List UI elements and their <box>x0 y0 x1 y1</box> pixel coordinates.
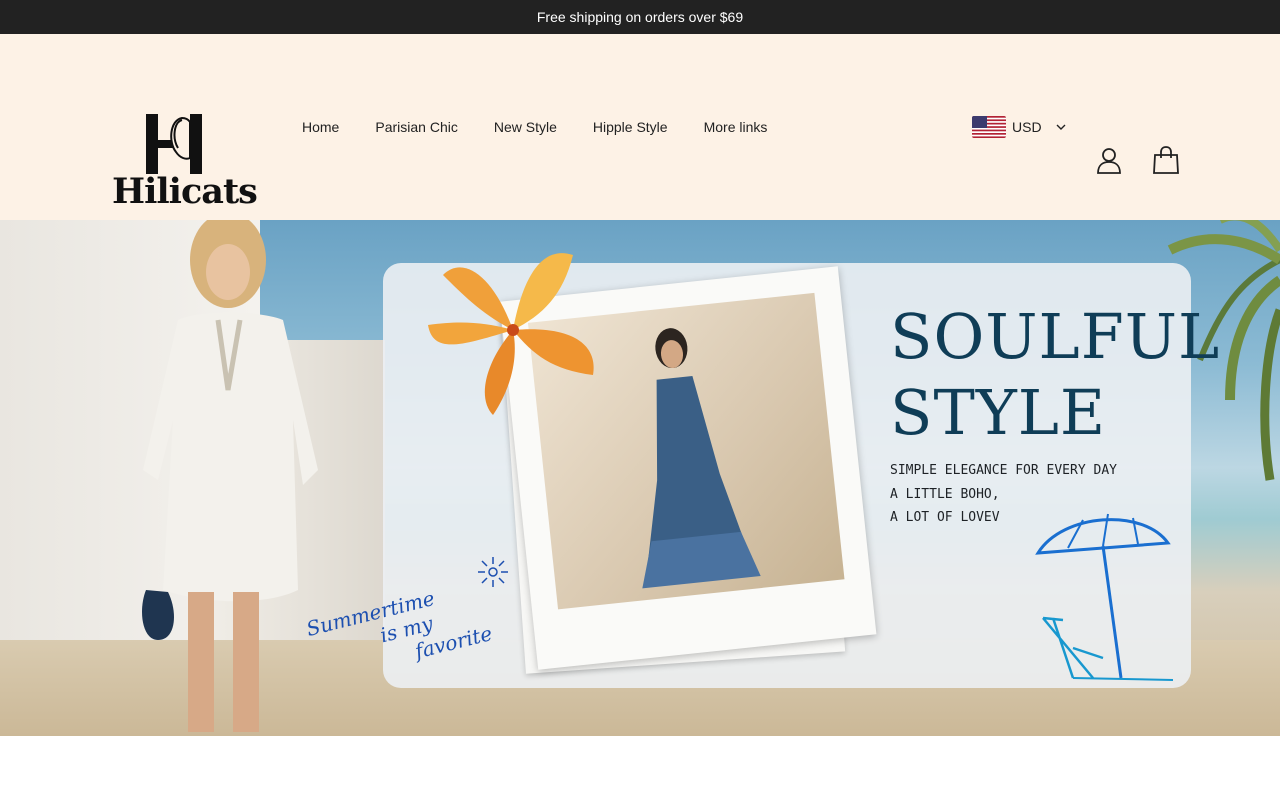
nav-more-links[interactable]: More links <box>686 116 786 138</box>
announcement-bar: Free shipping on orders over $69 <box>0 0 1280 34</box>
nav-hipple-style[interactable]: Hipple Style <box>575 116 686 138</box>
brand-logo[interactable]: Hilicats <box>112 112 258 212</box>
logo-mark-icon <box>146 114 202 174</box>
sun-doodle-icon <box>478 557 508 587</box>
us-flag-icon <box>972 116 1006 138</box>
tagline-line2: a little boho, <box>890 486 1000 502</box>
hero-title-line1: SOULFUL <box>890 300 1221 373</box>
beach-umbrella-icon <box>1035 513 1173 681</box>
currency-selector[interactable]: USD <box>972 116 1066 138</box>
promo-card: SOULFUL STYLE Simple elegance for every … <box>383 253 1219 688</box>
nav-parisian-chic[interactable]: Parisian Chic <box>357 116 475 138</box>
chevron-down-icon <box>1056 124 1066 130</box>
account-icon[interactable] <box>1095 146 1123 174</box>
currency-code: USD <box>1012 119 1042 135</box>
main-nav: Home Parisian Chic New Style Hipple Styl… <box>284 116 785 138</box>
announcement-text: Free shipping on orders over $69 <box>536 9 744 25</box>
nav-new-style[interactable]: New Style <box>476 116 575 138</box>
brand-name: Hilicats <box>112 171 258 212</box>
site-header: Hilicats Home Parisian Chic New Style Hi… <box>0 34 1280 220</box>
hero-title: SOULFUL STYLE <box>890 299 1220 451</box>
cart-icon[interactable] <box>1152 146 1180 174</box>
tagline-line1: Simple elegance for every day <box>890 463 1117 478</box>
hero-title-line2: STYLE <box>890 376 1107 449</box>
hero-banner[interactable]: SOULFUL STYLE Simple elegance for every … <box>0 220 1280 736</box>
lily-flower-icon <box>428 253 594 415</box>
nav-home[interactable]: Home <box>284 116 357 138</box>
